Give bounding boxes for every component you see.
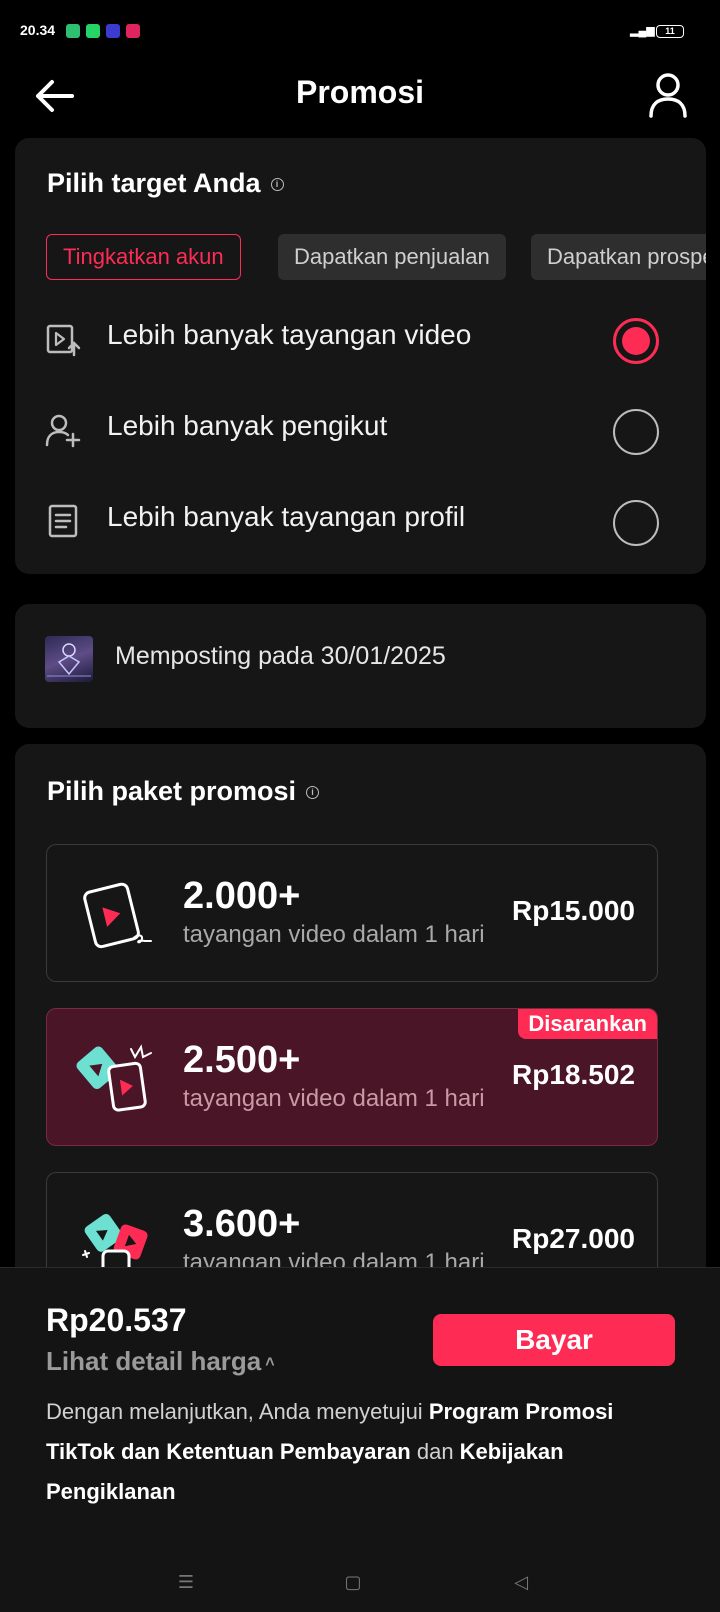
package-option[interactable]: 2.000+ tayangan video dalam 1 hari Rp15.… — [46, 844, 658, 982]
video-cards-teal-icon — [76, 1044, 152, 1112]
menu-icon[interactable]: ☰ — [171, 1572, 201, 1596]
price-detail-link[interactable]: Lihat detail harga ˄ — [46, 1346, 275, 1377]
package-count: 3.600+ — [183, 1203, 301, 1245]
target-title-text: Pilih target Anda — [47, 168, 261, 198]
notif-icon-1 — [66, 24, 80, 38]
terms-mid: dan — [410, 1439, 460, 1464]
package-price: Rp15.000 — [512, 895, 635, 926]
system-nav-bar: ☰ ▢ ◁ — [0, 1560, 720, 1612]
info-icon[interactable]: i — [306, 786, 320, 800]
recommended-badge: Disarankan — [518, 1009, 657, 1039]
package-count: 2.000+ — [183, 875, 301, 917]
price-detail-label: Lihat detail harga — [46, 1346, 262, 1376]
page-title: Promosi — [295, 74, 425, 110]
option-label: Lebih banyak tayangan profil — [107, 501, 466, 532]
total-price: Rp20.537 — [46, 1302, 187, 1338]
target-title: Pilih target Anda i — [47, 168, 284, 199]
battery-indicator: 11 — [656, 25, 684, 38]
option-label: Lebih banyak tayangan video — [107, 319, 472, 350]
back-triangle-icon[interactable]: ◁ — [506, 1572, 536, 1596]
package-count: 2.500+ — [183, 1039, 301, 1081]
video-thumbnail — [45, 636, 93, 682]
status-bar: 20.34 ▂▄▆ 11 — [0, 0, 720, 60]
package-option-selected[interactable]: Disarankan 2.500+ tayangan video dalam 1… — [46, 1008, 658, 1146]
status-time: 20.34 — [20, 22, 56, 38]
packages-title-text: Pilih paket promosi — [47, 776, 297, 806]
tab-dapatkan-prospek[interactable]: Dapatkan prospek — [531, 234, 706, 280]
add-user-icon — [45, 414, 81, 448]
home-icon[interactable]: ▢ — [338, 1572, 368, 1596]
option-profile-views[interactable]: Lebih banyak tayangan profil — [15, 481, 706, 561]
signal-icon: ▂▄▆ — [630, 25, 655, 37]
package-subtitle: tayangan video dalam 1 hari — [183, 1085, 485, 1112]
thumbnail-emblem-icon — [47, 643, 91, 677]
info-icon[interactable]: i — [270, 178, 284, 192]
video-upload-icon — [46, 324, 81, 357]
post-card[interactable]: Memposting pada 30/01/2025 — [15, 604, 706, 728]
radio-selected[interactable] — [613, 318, 659, 364]
packages-card: Pilih paket promosi i 2.000+ tayangan vid… — [15, 744, 706, 1310]
package-price: Rp18.502 — [512, 1059, 635, 1090]
chevron-up-icon: ˄ — [265, 1354, 275, 1372]
notif-icon-4 — [126, 24, 140, 38]
notif-icon-2 — [86, 24, 100, 38]
target-card: Pilih target Anda i Tingkatkan akun Dapat… — [15, 138, 706, 574]
top-bar: Promosi — [0, 60, 720, 142]
goal-tabs: Tingkatkan akun Dapatkan penjualan Dapat… — [46, 234, 706, 282]
user-profile-icon[interactable] — [646, 70, 690, 120]
packages-title: Pilih paket promosi i — [47, 776, 320, 807]
option-label: Lebih banyak pengikut — [107, 410, 388, 441]
radio-unselected[interactable] — [613, 409, 659, 455]
notif-icon-3 — [106, 24, 120, 38]
profile-doc-icon — [48, 504, 78, 538]
package-subtitle: tayangan video dalam 1 hari — [183, 921, 485, 948]
option-followers[interactable]: Lebih banyak pengikut — [15, 390, 706, 470]
tab-dapatkan-penjualan[interactable]: Dapatkan penjualan — [278, 234, 506, 280]
radio-unselected[interactable] — [613, 500, 659, 546]
option-video-views[interactable]: Lebih banyak tayangan video — [15, 299, 706, 379]
terms-prefix: Dengan melanjutkan, Anda menyetujui — [46, 1399, 429, 1424]
package-price: Rp27.000 — [512, 1223, 635, 1254]
tab-tingkatkan-akun[interactable]: Tingkatkan akun — [46, 234, 241, 280]
terms-text: Dengan melanjutkan, Anda menyetujui Prog… — [46, 1392, 686, 1512]
post-date-text: Memposting pada 30/01/2025 — [115, 642, 446, 670]
video-card-icon — [83, 882, 152, 949]
pay-button[interactable]: Bayar — [433, 1314, 675, 1366]
